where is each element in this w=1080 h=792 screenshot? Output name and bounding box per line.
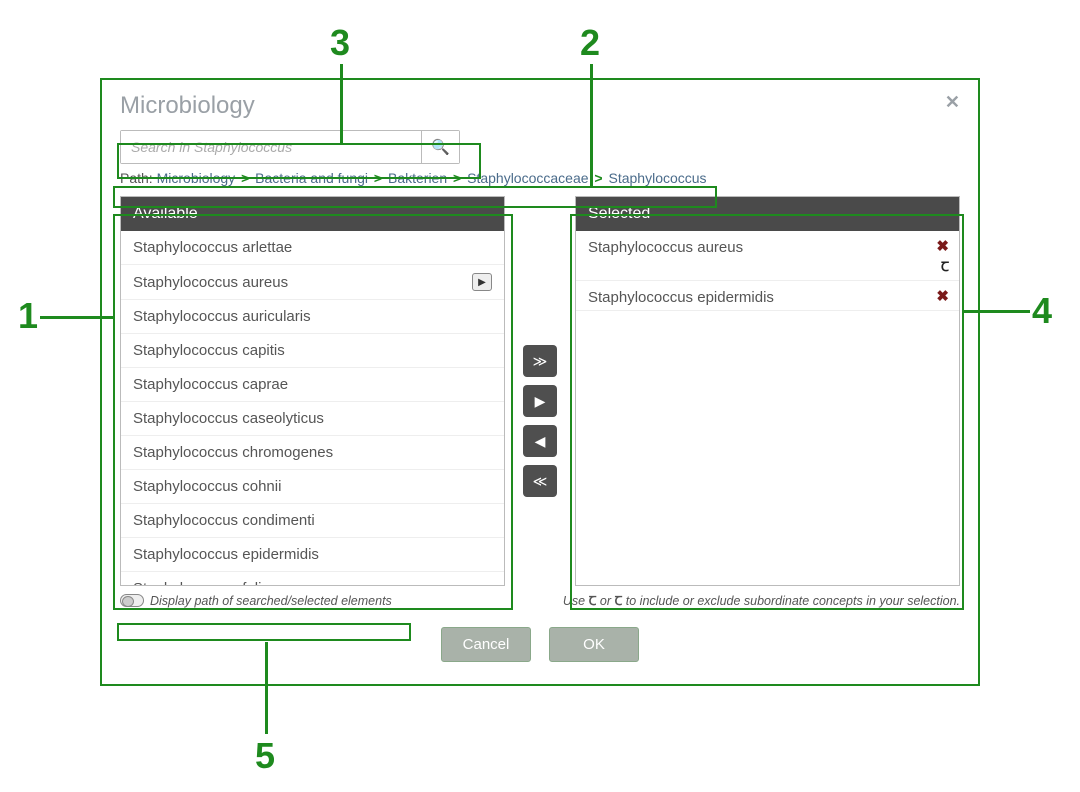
available-item[interactable]: Staphylococcus capitis (121, 334, 504, 368)
callout-4: 4 (1032, 290, 1052, 332)
available-item[interactable]: Staphylococcus caseolyticus (121, 402, 504, 436)
callout-5: 5 (255, 735, 275, 777)
available-item[interactable]: Staphylococcus felis (121, 572, 504, 585)
callout-3: 3 (330, 22, 350, 64)
breadcrumb-separator-icon: > (447, 170, 467, 186)
callout-line-4 (964, 310, 1030, 313)
available-item-label: Staphylococcus arlettae (133, 239, 292, 256)
transfer-buttons: ≫ ▶ ◀ ≪ (505, 196, 575, 586)
available-item-label: Staphylococcus felis (133, 580, 269, 585)
dialog-title: Microbiology (120, 92, 255, 120)
available-item-label: Staphylococcus condimenti (133, 512, 315, 529)
selected-list: Staphylococcus aureus ✖ Ꞇ Staphylococcus ep… (576, 231, 959, 585)
chevron-right-icon: ▶ (535, 393, 546, 410)
selected-panel: Selected Staphylococcus aureus✖ꞆStaphylo… (575, 196, 960, 586)
search-wrap: 🔍 (120, 130, 460, 164)
remove-selected-icon[interactable]: ✖ (936, 237, 949, 255)
available-item[interactable]: Staphylococcus chromogenes (121, 436, 504, 470)
available-item-label: Staphylococcus auricularis (133, 308, 311, 325)
cancel-button[interactable]: Cancel (441, 627, 531, 662)
move-all-right-button[interactable]: ≫ (523, 345, 557, 377)
move-left-button[interactable]: ◀ (523, 425, 557, 457)
double-chevron-right-icon: ≫ (533, 353, 548, 370)
available-item-label: Staphylococcus capitis (133, 342, 285, 359)
callout-1: 1 (18, 295, 38, 337)
display-path-label: Display path of searched/selected elemen… (150, 594, 392, 608)
available-item-label: Staphylococcus cohnii (133, 478, 281, 495)
breadcrumb-link[interactable]: Staphylococcus (609, 170, 707, 186)
breadcrumb-link[interactable]: Bacteria and fungi (255, 170, 368, 186)
available-item[interactable]: Staphylococcus aureus ▶ (121, 265, 504, 300)
move-all-left-button[interactable]: ≪ (523, 465, 557, 497)
move-right-button[interactable]: ▶ (523, 385, 557, 417)
available-item[interactable]: Staphylococcus epidermidis (121, 538, 504, 572)
close-icon[interactable]: ✕ (945, 92, 960, 113)
available-item-label: Staphylococcus aureus (133, 274, 288, 291)
breadcrumb: Path: Microbiology > Bacteria and fungi … (102, 164, 978, 192)
remove-selected-icon[interactable]: ✖ (936, 287, 949, 305)
selected-header: Selected (576, 197, 959, 231)
breadcrumb-separator-icon: > (368, 170, 388, 186)
subordinate-toggle-icon[interactable]: Ꞇ (941, 257, 949, 275)
available-list[interactable]: Staphylococcus arlettae Staphylococcus au… (121, 231, 504, 585)
callout-line-2 (590, 64, 593, 186)
available-item-label: Staphylococcus caseolyticus (133, 410, 324, 427)
drill-down-icon[interactable]: ▶ (472, 273, 492, 291)
available-item-label: Staphylococcus chromogenes (133, 444, 333, 461)
breadcrumb-link[interactable]: Microbiology (157, 170, 236, 186)
callout-line-5 (265, 642, 268, 734)
display-path-toggle-wrap: Display path of searched/selected elemen… (120, 592, 392, 609)
double-chevron-left-icon: ≪ (533, 473, 548, 490)
callout-line-1 (40, 316, 114, 319)
available-item[interactable]: Staphylococcus arlettae (121, 231, 504, 265)
display-path-toggle[interactable] (120, 594, 144, 607)
search-input[interactable] (121, 131, 421, 163)
available-panel: Available Staphylococcus arlettaeStaphyl… (120, 196, 505, 586)
subordinate-hint: Use Ꞇ or Ꞇ to include or exclude subordi… (563, 592, 960, 609)
available-item[interactable]: Staphylococcus condimenti (121, 504, 504, 538)
ok-button[interactable]: OK (549, 627, 639, 662)
available-header: Available (121, 197, 504, 231)
selected-item-label: Staphylococcus aureus (588, 239, 743, 256)
callout-line-3 (340, 64, 343, 144)
available-item[interactable]: Staphylococcus auricularis (121, 300, 504, 334)
search-button[interactable]: 🔍 (421, 131, 459, 163)
available-item-label: Staphylococcus epidermidis (133, 546, 319, 563)
callout-2: 2 (580, 22, 600, 64)
chevron-left-icon: ◀ (535, 433, 546, 450)
search-icon: 🔍 (431, 139, 450, 156)
selected-item: Staphylococcus epidermidis ✖ (576, 281, 959, 311)
microbiology-dialog: Microbiology ✕ 🔍 Path: Microbiology > Ba… (100, 78, 980, 686)
selected-item: Staphylococcus aureus ✖ Ꞇ (576, 231, 959, 281)
breadcrumb-link[interactable]: Bakterien (388, 170, 447, 186)
breadcrumb-link[interactable]: Staphylococcaceae (467, 170, 588, 186)
breadcrumb-separator-icon: > (235, 170, 255, 186)
available-item-label: Staphylococcus caprae (133, 376, 288, 393)
breadcrumb-label: Path: (120, 170, 153, 186)
available-item[interactable]: Staphylococcus cohnii (121, 470, 504, 504)
selected-item-label: Staphylococcus epidermidis (588, 289, 774, 306)
available-item[interactable]: Staphylococcus caprae (121, 368, 504, 402)
